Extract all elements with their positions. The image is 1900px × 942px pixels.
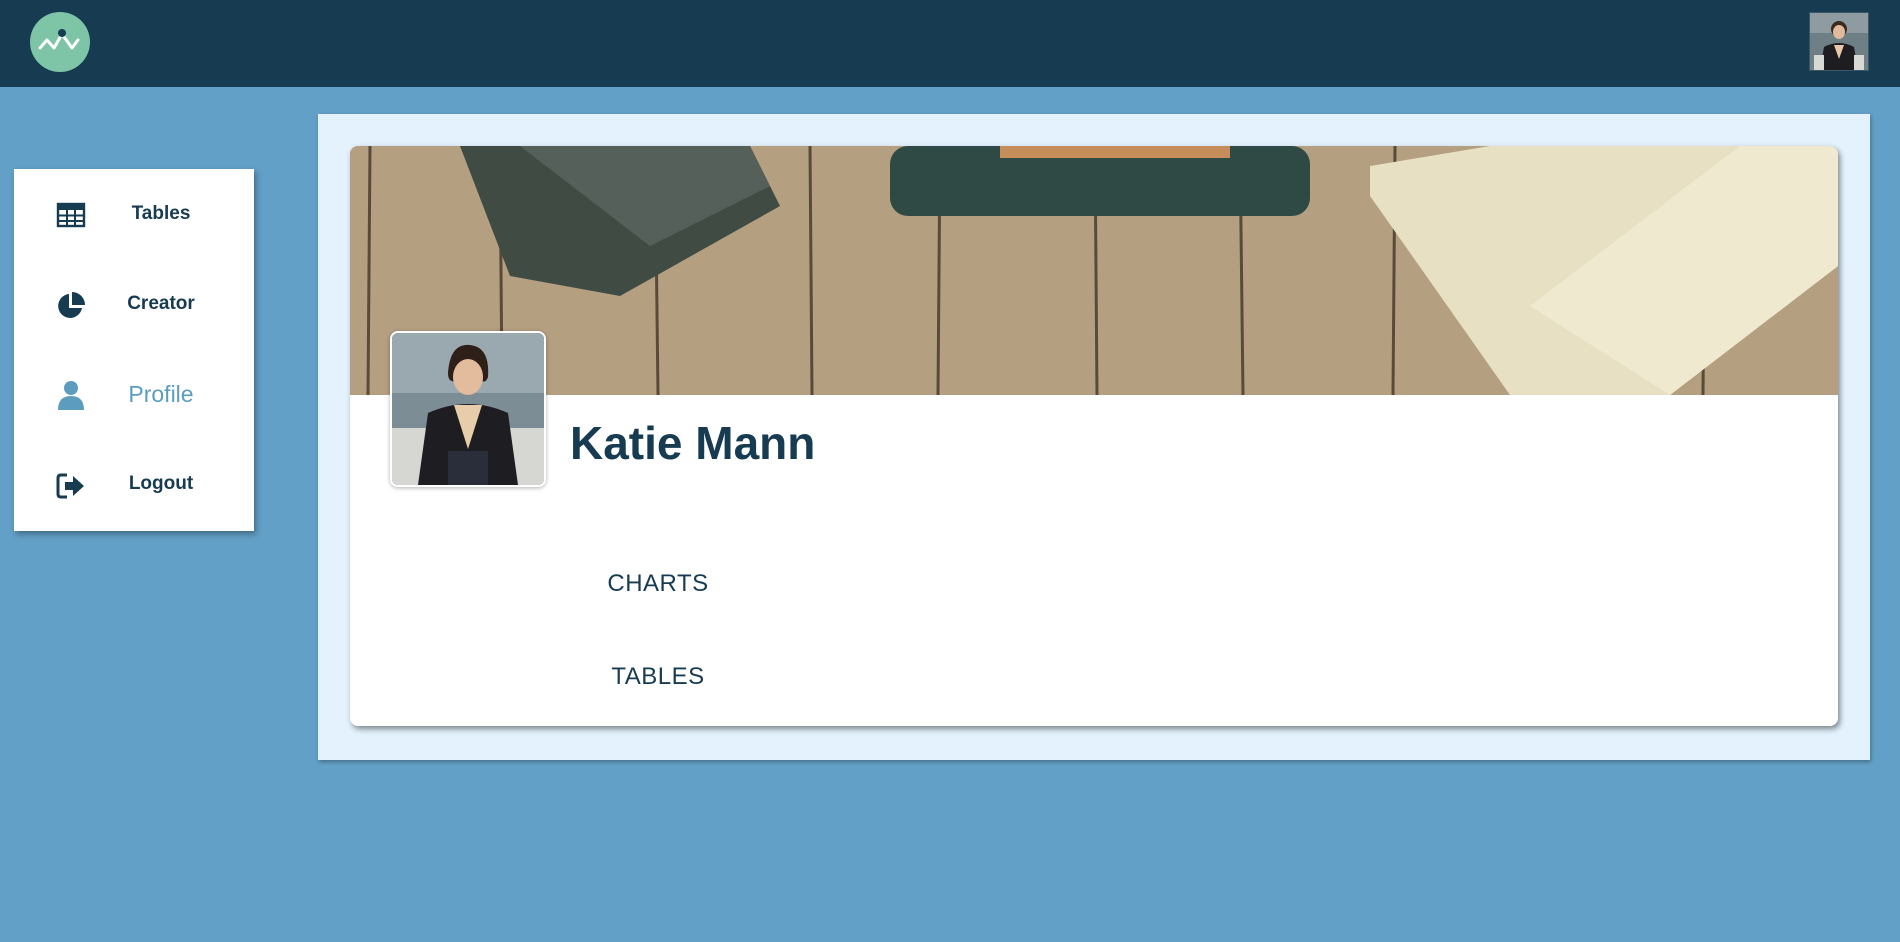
sidebar-item-tables[interactable]: Tables [14,174,254,254]
user-icon [58,381,84,410]
user-avatar[interactable] [1809,12,1869,71]
profile-name: Katie Mann [570,417,816,469]
user-avatar-photo [1810,13,1868,70]
sidebar-item-label: Tables [131,203,191,224]
charts-link[interactable]: CHARTS [570,570,746,598]
sidebar: Tables Creator Profile Logout [14,169,254,531]
sidebar-item-profile[interactable]: Profile [14,355,254,435]
sidebar-item-logout[interactable]: Logout [14,446,254,526]
profile-photo-image [392,333,544,485]
sidebar-item-creator[interactable]: Creator [14,264,254,344]
cover-banner [350,146,1838,396]
app-logo[interactable] [30,12,90,72]
profile-photo[interactable] [390,331,546,487]
profile-card: Katie Mann CHARTS TABLES [350,146,1838,726]
table-icon [56,202,86,228]
top-bar [0,0,1900,87]
pie-chart-icon [58,292,85,318]
main-panel: Katie Mann CHARTS TABLES [318,114,1870,760]
tables-link[interactable]: TABLES [570,663,746,691]
sign-out-icon [56,473,84,499]
sidebar-item-label: Logout [128,473,194,494]
cover-image [350,146,1838,396]
sidebar-item-label: Profile [128,381,194,407]
activity-pulse-icon [38,29,80,50]
sidebar-item-label: Creator [127,293,195,314]
